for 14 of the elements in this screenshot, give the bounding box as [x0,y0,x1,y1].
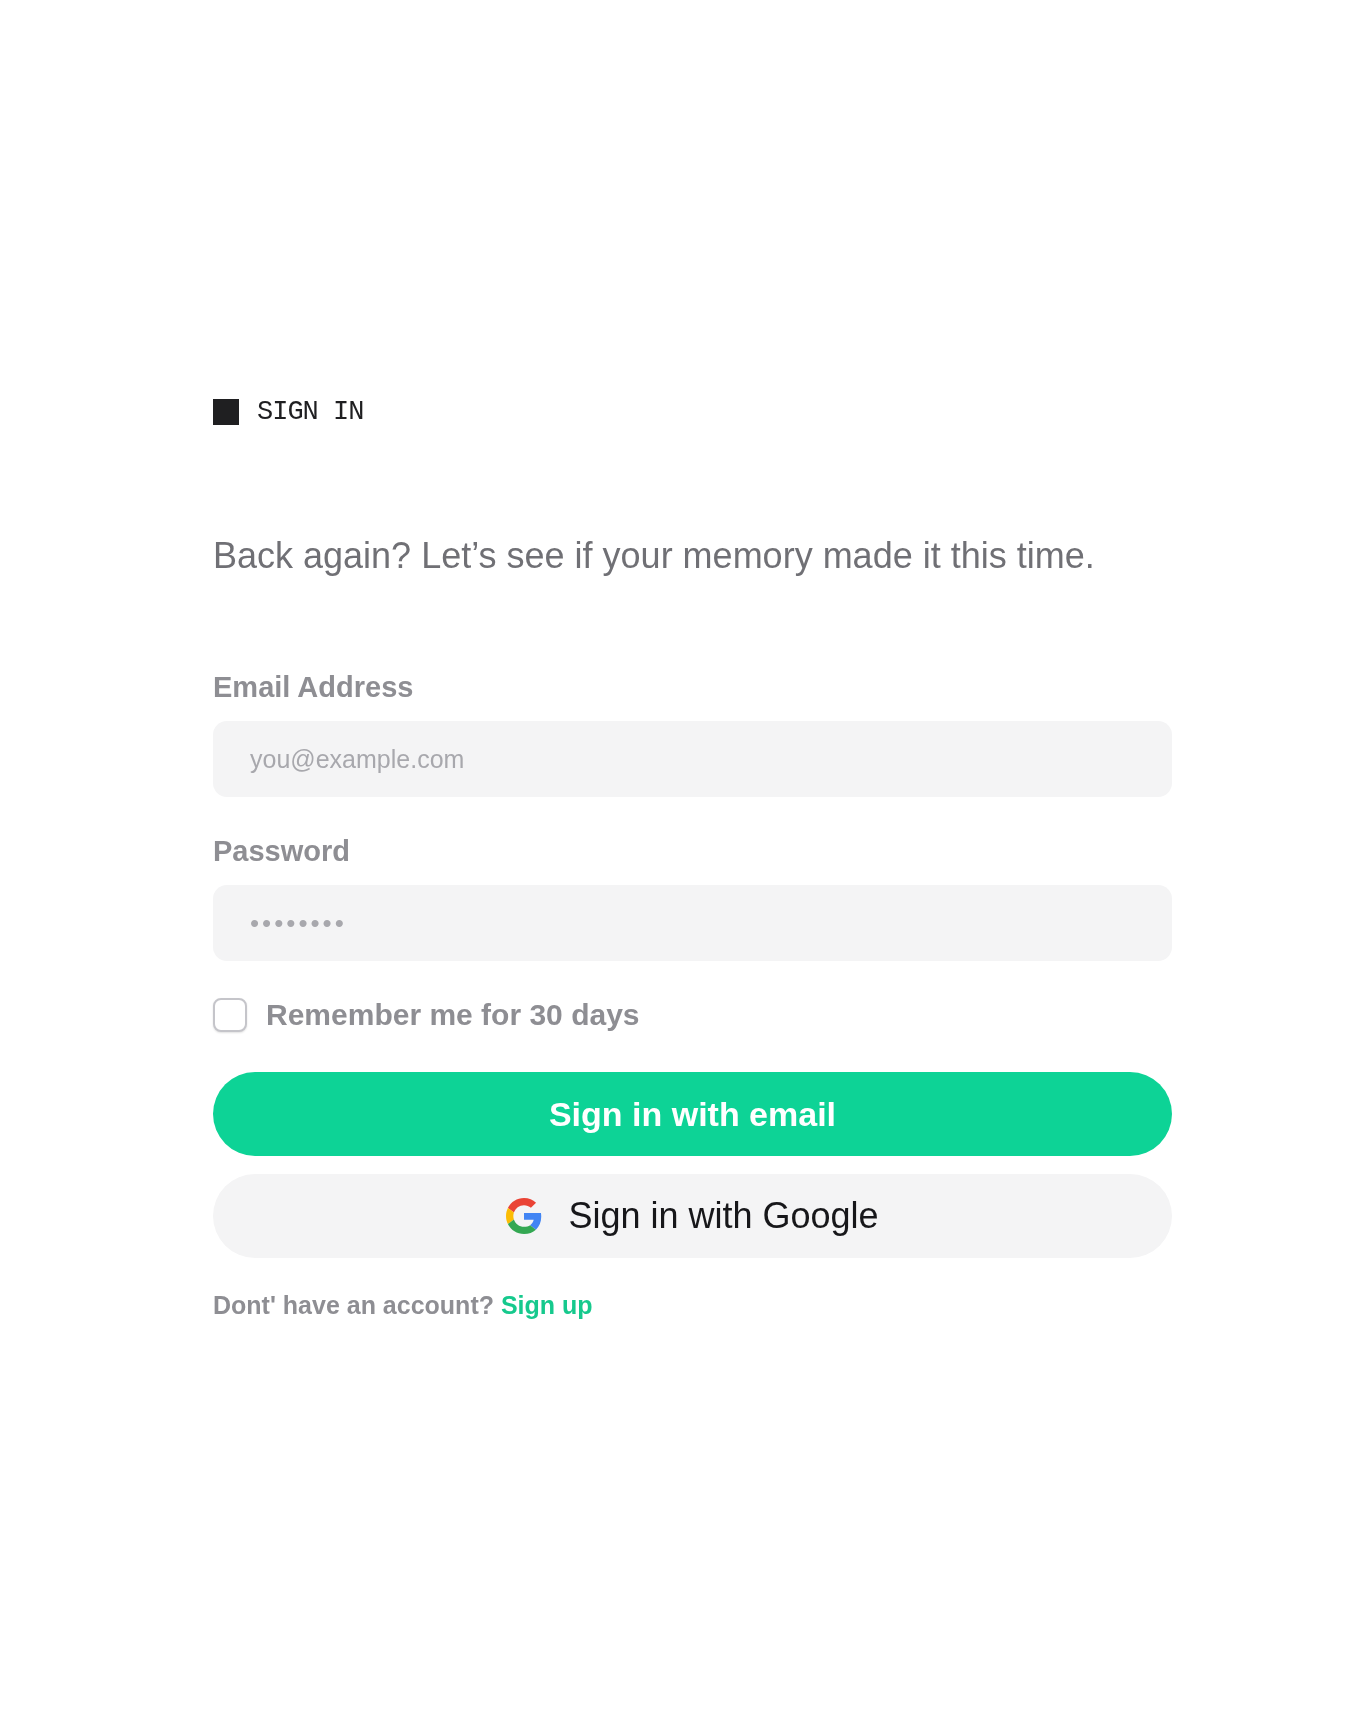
password-field[interactable]: •••••••• [213,885,1172,961]
password-label: Password [213,834,350,869]
email-label: Email Address [213,670,414,705]
email-field[interactable]: you@example.com [213,721,1172,797]
square-icon [213,399,239,425]
remember-label: Remember me for 30 days [266,998,640,1032]
page-title: SIGN IN [257,399,364,425]
google-logo-icon [506,1198,543,1234]
signup-prompt: Dont' have an account? Sign up [213,1290,593,1321]
subtitle-text: Back again? Let’s see if your memory made it this time. [213,535,1095,577]
sign-up-link[interactable]: Sign up [500,1291,593,1319]
google-sign-in-button[interactable]: Sign in with Google [213,1174,1172,1258]
sign-in-email-button[interactable]: Sign in with email [213,1072,1172,1156]
remember-checkbox[interactable] [213,998,247,1032]
